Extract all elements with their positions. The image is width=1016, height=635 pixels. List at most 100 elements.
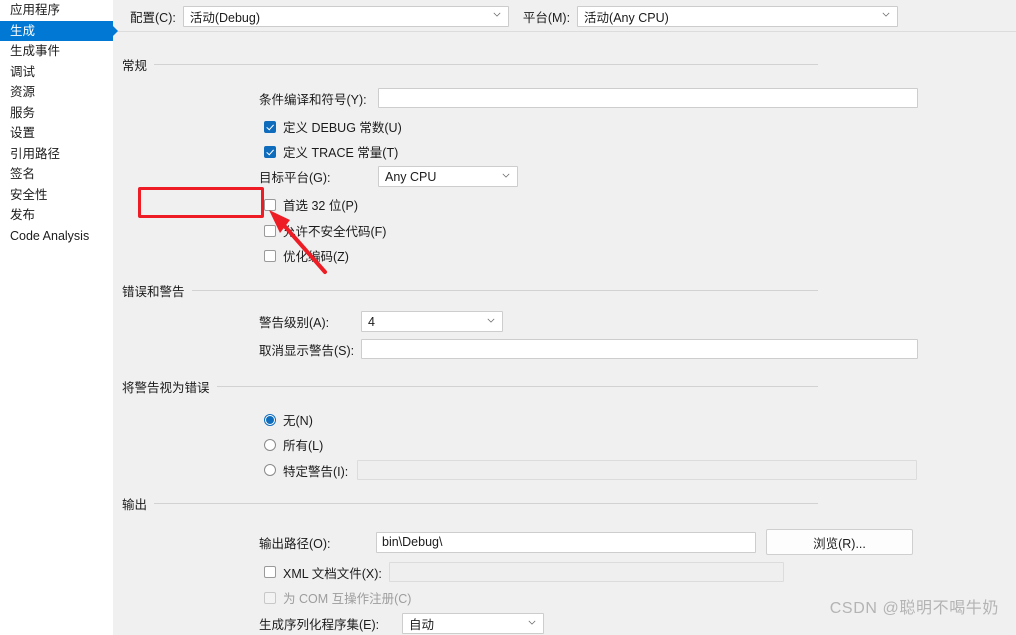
- sidebar-item-label: Code Analysis: [10, 228, 90, 243]
- prefer-32bit-label: 首选 32 位(P): [283, 199, 359, 213]
- output-path-input[interactable]: bin\Debug\: [376, 531, 756, 553]
- output-group-title: 输出: [122, 498, 148, 512]
- chevron-down-icon: [502, 173, 510, 180]
- output-group-header: 输出: [113, 494, 1016, 513]
- optimize-code-checkbox[interactable]: 优化编码(Z): [264, 246, 349, 265]
- sidebar-item-signing[interactable]: 签名: [0, 164, 113, 185]
- target-platform-label: 目标平台(G):: [259, 171, 331, 185]
- define-trace-row[interactable]: 定义 TRACE 常量(T): [264, 142, 398, 161]
- conditional-symbols-row: 条件编译和符号(Y):: [259, 88, 918, 108]
- serialization-assembly-row: 生成序列化程序集(E): 自动: [259, 613, 544, 634]
- treat-warnings-group-title: 将警告视为错误: [122, 381, 210, 395]
- target-platform-dropdown[interactable]: Any CPU: [378, 166, 518, 187]
- xml-doc-label: XML 文档文件(X):: [283, 566, 382, 581]
- sidebar-item-reference-paths[interactable]: 引用路径: [0, 144, 113, 165]
- platform-dropdown[interactable]: 活动(Any CPU): [577, 5, 899, 27]
- allow-unsafe-label: 允许不安全代码(F): [283, 225, 387, 239]
- configuration-dropdown[interactable]: 活动(Debug): [182, 5, 509, 27]
- com-interop-label: 为 COM 互操作注册(C): [283, 592, 412, 606]
- radio-icon: [264, 464, 276, 476]
- configuration-label: 配置(C):: [130, 10, 176, 25]
- output-path-row: 输出路径(O): bin\Debug\ 浏览(R)...: [259, 529, 913, 555]
- sidebar-item-settings[interactable]: 设置: [0, 123, 113, 144]
- optimize-code-row[interactable]: 优化编码(Z): [264, 246, 349, 265]
- serialization-assembly-value: 自动: [409, 618, 435, 632]
- treat-all-radio[interactable]: 所有(L): [264, 435, 323, 454]
- sidebar-item-label: 签名: [10, 167, 36, 181]
- group-rule: [154, 64, 818, 65]
- radio-icon: [264, 413, 276, 426]
- general-group-header: 常规: [113, 55, 1016, 74]
- radio-icon: [264, 438, 276, 451]
- treat-specific-label: 特定警告(I):: [283, 464, 349, 479]
- suppress-warnings-row: 取消显示警告(S):: [259, 339, 918, 359]
- chevron-down-icon: [528, 620, 536, 627]
- checkbox-icon: [264, 591, 276, 604]
- group-rule: [154, 503, 818, 504]
- warning-level-dropdown[interactable]: 4: [361, 311, 503, 332]
- sidebar-item-label: 应用程序: [10, 3, 61, 17]
- checkbox-icon: [264, 198, 276, 211]
- sidebar-item-security[interactable]: 安全性: [0, 185, 113, 206]
- target-platform-value: Any CPU: [385, 169, 437, 184]
- sidebar-item-label: 设置: [10, 126, 36, 140]
- sidebar-item-publish[interactable]: 发布: [0, 205, 113, 226]
- define-trace-label: 定义 TRACE 常量(T): [283, 146, 399, 160]
- warning-level-value: 4: [368, 314, 375, 329]
- platform-value: 活动(Any CPU): [584, 10, 669, 25]
- allow-unsafe-checkbox[interactable]: 允许不安全代码(F): [264, 221, 386, 240]
- output-path-label: 输出路径(O):: [259, 536, 331, 551]
- group-rule: [191, 290, 818, 291]
- group-rule: [216, 386, 818, 387]
- sidebar-item-debug[interactable]: 调试: [0, 62, 113, 83]
- browse-button[interactable]: 浏览(R)...: [766, 529, 913, 555]
- sidebar-item-label: 发布: [10, 208, 36, 222]
- checkbox-icon: [264, 145, 276, 158]
- xml-doc-row: XML 文档文件(X):: [264, 562, 784, 582]
- sidebar-item-label: 生成: [10, 23, 36, 38]
- sidebar-item-code-analysis[interactable]: Code Analysis: [0, 226, 113, 247]
- allow-unsafe-row[interactable]: 允许不安全代码(F): [264, 221, 386, 240]
- sidebar-item-resources[interactable]: 资源: [0, 82, 113, 103]
- checkbox-icon: [264, 566, 276, 578]
- define-debug-row[interactable]: 定义 DEBUG 常数(U): [264, 117, 402, 136]
- prefer-32bit-checkbox[interactable]: 首选 32 位(P): [264, 195, 358, 214]
- treat-specific-radio[interactable]: 特定警告(I):: [264, 461, 348, 480]
- sidebar-item-label: 资源: [10, 85, 36, 99]
- suppress-warnings-input[interactable]: [361, 339, 918, 359]
- sidebar-item-label: 调试: [10, 64, 36, 79]
- optimize-code-label: 优化编码(Z): [283, 250, 349, 264]
- chevron-down-icon: [493, 12, 501, 19]
- header-divider: [113, 31, 1016, 32]
- sidebar-item-label: 安全性: [10, 187, 48, 202]
- treat-none-radio[interactable]: 无(N): [264, 410, 313, 429]
- serialization-assembly-dropdown[interactable]: 自动: [402, 613, 544, 634]
- build-settings-pane: 配置(C): 活动(Debug) 平台(M): 活动(Any CPU) 常规 条…: [113, 0, 1016, 635]
- define-debug-checkbox[interactable]: 定义 DEBUG 常数(U): [264, 117, 402, 136]
- treat-specific-row[interactable]: 特定警告(I):: [264, 460, 918, 480]
- treat-warnings-group-header: 将警告视为错误: [113, 377, 1016, 396]
- conditional-symbols-input[interactable]: [378, 88, 918, 108]
- xml-doc-checkbox[interactable]: XML 文档文件(X):: [264, 563, 382, 582]
- define-trace-checkbox[interactable]: 定义 TRACE 常量(T): [264, 142, 398, 161]
- treat-all-row[interactable]: 所有(L): [264, 435, 323, 454]
- sidebar-item-application[interactable]: 应用程序: [0, 0, 113, 21]
- errors-warnings-group-header: 错误和警告: [113, 281, 1016, 300]
- prefer-32bit-row[interactable]: 首选 32 位(P): [264, 195, 358, 214]
- checkbox-icon: [264, 120, 276, 133]
- sidebar-item-build[interactable]: 生成: [0, 20, 113, 41]
- define-debug-label: 定义 DEBUG 常数(U): [283, 121, 402, 135]
- sidebar-item-build-events[interactable]: 生成事件: [0, 41, 113, 62]
- properties-sidebar: 应用程序 生成 生成事件 调试 资源 服务 设置 引用路径 签名 安全性 发布 …: [0, 0, 113, 635]
- configuration-value: 活动(Debug): [189, 10, 260, 25]
- platform-label: 平台(M):: [522, 10, 571, 25]
- xml-doc-input[interactable]: [388, 562, 784, 582]
- sidebar-item-label: 引用路径: [10, 146, 61, 161]
- treat-none-row[interactable]: 无(N): [264, 410, 313, 429]
- treat-specific-input[interactable]: [357, 460, 918, 480]
- com-interop-checkbox: 为 COM 互操作注册(C): [264, 588, 411, 607]
- conditional-symbols-label: 条件编译和符号(Y):: [259, 92, 367, 107]
- sidebar-item-services[interactable]: 服务: [0, 103, 113, 124]
- com-interop-row: 为 COM 互操作注册(C): [264, 588, 411, 607]
- errors-warnings-group-title: 错误和警告: [122, 285, 185, 299]
